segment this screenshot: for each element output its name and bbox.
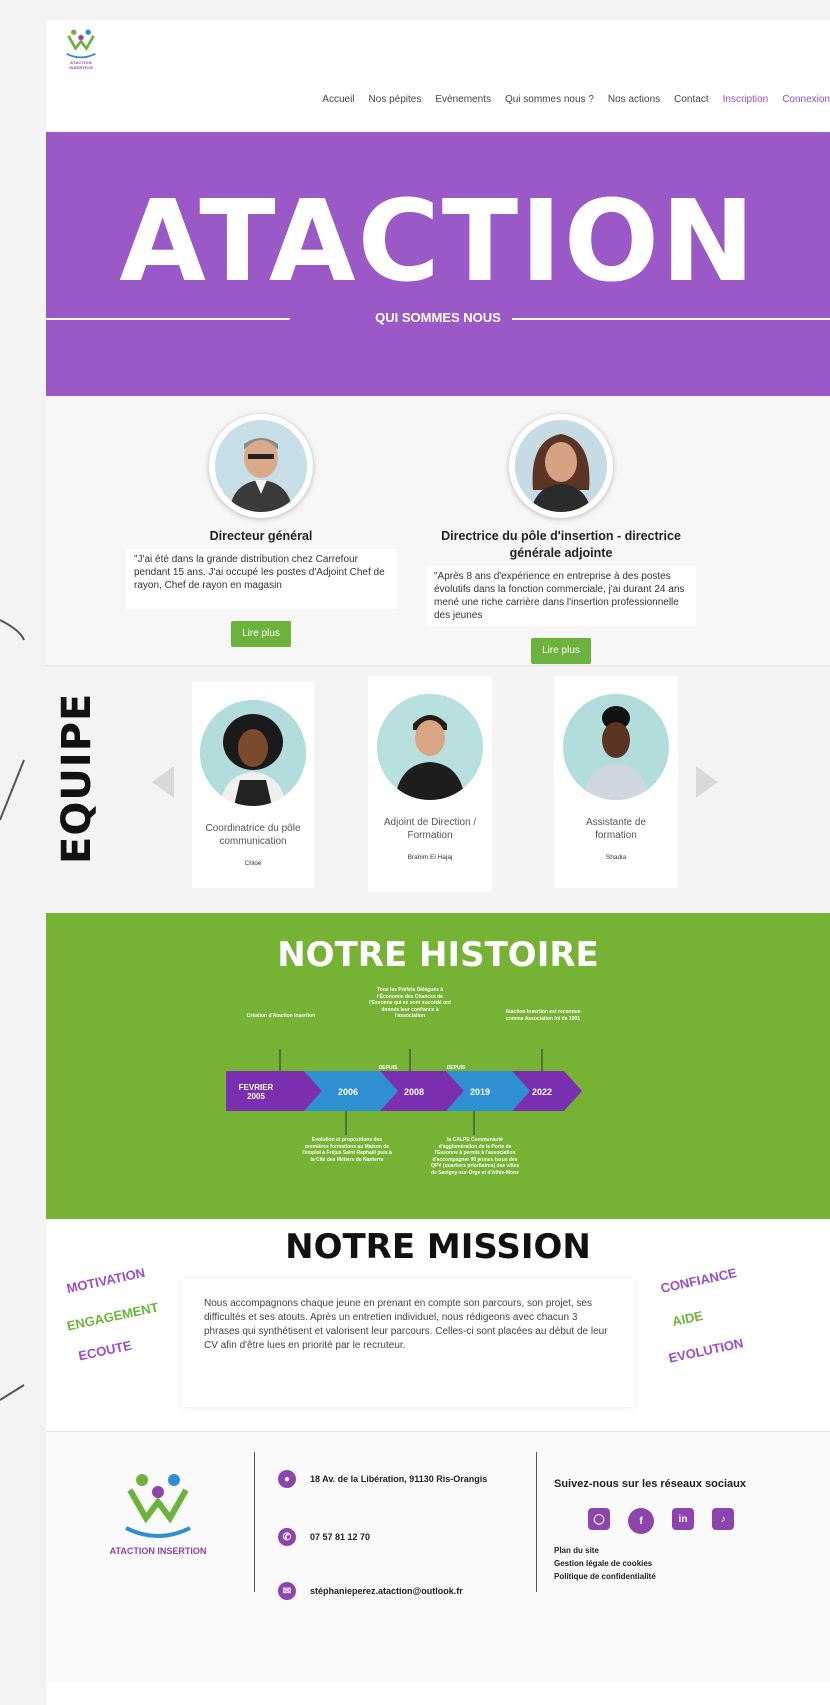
instagram-icon[interactable]: ◯ <box>588 1508 610 1530</box>
timeline-label-2022: 2022 <box>532 1087 552 1097</box>
address-text: 18 Av. de la Libération, 91130 Ris-Orang… <box>310 1474 488 1484</box>
timeline-note: Evolution et propositions des premières … <box>302 1137 392 1163</box>
director-quote: "J'ai été dans la grande distribution ch… <box>126 549 396 609</box>
facebook-icon[interactable]: f <box>628 1508 654 1534</box>
timeline-prefix-2019: DEPUIS <box>447 1065 466 1071</box>
location-pin-icon: ● <box>278 1470 296 1488</box>
social-title: Suivez-nous sur les réseaux sociaux <box>554 1478 746 1490</box>
deputy-director-quote: "Après 8 ans d'expérience en entreprise … <box>426 566 696 626</box>
director-read-more-button[interactable]: Lire plus <box>231 621 291 647</box>
nav-contact[interactable]: Contact <box>674 94 708 105</box>
director-avatar-frame <box>209 414 313 518</box>
footer-logo[interactable]: ATACTION INSERTION <box>98 1470 218 1556</box>
team-heading: EQUIPE <box>54 692 100 864</box>
footer-link-cookies[interactable]: Gestion légale de cookies <box>554 1557 656 1570</box>
team-section: EQUIPE Coordinatrice du pôle communicati… <box>46 666 830 913</box>
team-member-avatar <box>563 694 669 800</box>
logo-icon <box>125 1474 191 1538</box>
hero-title: ATACTION <box>119 177 757 307</box>
timeline-label-2019: 2019 <box>470 1087 490 1097</box>
nav-nos-actions[interactable]: Nos actions <box>608 94 660 105</box>
value-tag: ECOUTE <box>77 1337 134 1364</box>
nav-qui-sommes-nous[interactable]: Qui sommes nous ? <box>505 94 594 105</box>
deputy-director-read-more-button[interactable]: Lire plus <box>531 638 591 664</box>
mission-section: NOTRE MISSION MOTIVATION ENGAGEMENT ECOU… <box>46 1219 830 1432</box>
team-member-name: Brahim El Hajaj <box>407 854 453 861</box>
footer-links: Plan du site Gestion légale de cookies P… <box>554 1544 656 1583</box>
value-tag: EVOLUTION <box>667 1335 745 1366</box>
linkedin-icon[interactable]: in <box>672 1508 694 1530</box>
hero-divider-right <box>512 318 830 320</box>
social-links: ◯ f in ♪ <box>588 1508 734 1534</box>
team-member-name: Shadia <box>605 854 627 861</box>
hero-banner: ATACTION QUI SOMMES NOUS <box>46 132 830 396</box>
footer-link-sitemap[interactable]: Plan du site <box>554 1544 656 1557</box>
nav-inscription[interactable]: Inscription <box>723 94 769 105</box>
timeline-note: la CALPE Communauté d'agglomération de l… <box>430 1137 520 1176</box>
deputy-director-card: Directrice du pôle d'insertion - directr… <box>426 414 696 664</box>
director-title: Directeur général <box>209 529 313 543</box>
footer-divider <box>254 1452 255 1592</box>
email-text: stéphanieperez.ataction@outlook.fr <box>310 1586 463 1596</box>
directors-section: Directeur général "J'ai été dans la gran… <box>46 396 830 666</box>
value-tag: CONFIANCE <box>659 1265 738 1296</box>
value-tag: ENGAGEMENT <box>65 1299 160 1334</box>
team-label: EQUIPE <box>54 693 104 874</box>
team-member-card[interactable]: Assistante de formation Shadia <box>554 676 678 888</box>
nav-accueil[interactable]: Accueil <box>322 94 354 105</box>
timeline-prefix-2008: DEPUIS <box>379 1065 398 1071</box>
team-member-avatar <box>200 700 306 806</box>
footer-email[interactable]: ✉ stéphanieperez.ataction@outlook.fr <box>278 1582 463 1600</box>
nav-connexion[interactable]: Connexion <box>782 94 830 105</box>
value-tag: AIDE <box>670 1307 705 1330</box>
team-member-name: Chloé <box>244 860 262 867</box>
tiktok-icon[interactable]: ♪ <box>712 1508 734 1530</box>
site-logo[interactable]: ATACTION INSERTION <box>58 26 104 70</box>
site-header: ATACTION INSERTION Accueil Nos pépites E… <box>46 20 830 132</box>
team-member-card[interactable]: Adjoint de Direction / Formation Brahim … <box>368 676 492 892</box>
director-avatar <box>215 420 307 512</box>
timeline-label-2006: 2006 <box>338 1087 358 1097</box>
page: ATACTION INSERTION Accueil Nos pépites E… <box>46 20 830 1705</box>
footer-address: ● 18 Av. de la Libération, 91130 Ris-Ora… <box>278 1470 487 1488</box>
team-member-card[interactable]: Coordinatrice du pôle communication Chlo… <box>192 682 314 888</box>
director-card: Directeur général "J'ai été dans la gran… <box>126 414 396 647</box>
email-icon: ✉ <box>278 1582 296 1600</box>
phone-text: 07 57 81 12 70 <box>310 1532 371 1542</box>
logo-caption: ATACTION INSERTION <box>69 60 93 70</box>
main-nav: Accueil Nos pépites Evènements Qui somme… <box>322 94 830 105</box>
carousel-next-arrow[interactable] <box>696 766 718 798</box>
deputy-director-avatar <box>515 420 607 512</box>
timeline-note: Ataction Insertion est reconnue comme As… <box>505 1009 581 1022</box>
logo-icon <box>66 29 96 59</box>
footer-divider <box>536 1452 537 1592</box>
mission-text: Nous accompagnons chaque jeune en prenan… <box>182 1279 634 1407</box>
value-tag: MOTIVATION <box>65 1264 147 1297</box>
footer-logo-caption: ATACTION INSERTION <box>109 1546 207 1556</box>
timeline-label-2008: 2008 <box>404 1087 424 1097</box>
footer-phone[interactable]: ✆ 07 57 81 12 70 <box>278 1528 370 1546</box>
timeline-note: Tous les Préfets Délégués à l'Économie d… <box>369 987 451 1019</box>
timeline-note: Création d'Ataction Insertion <box>246 1013 316 1019</box>
deputy-director-title: Directrice du pôle d'insertion - directr… <box>441 529 681 560</box>
team-member-avatar <box>377 694 483 800</box>
deputy-director-avatar-frame <box>509 414 613 518</box>
team-member-role: Adjoint de Direction / Formation <box>383 817 477 841</box>
timeline-label-2005-line1: FEVRIER <box>239 1083 274 1092</box>
mission-title: NOTRE MISSION <box>285 1227 591 1267</box>
team-member-role: Assistante de formation <box>585 817 647 841</box>
carousel-prev-arrow[interactable] <box>152 766 174 798</box>
footer-link-privacy[interactable]: Politique de confidentialité <box>554 1570 656 1583</box>
nav-evenements[interactable]: Evènements <box>435 94 491 105</box>
nav-nos-pepites[interactable]: Nos pépites <box>369 94 422 105</box>
timeline-label-2005-line2: 2005 <box>247 1092 265 1101</box>
site-footer: ATACTION INSERTION ● 18 Av. de la Libéra… <box>46 1432 830 1682</box>
team-member-role: Coordinatrice du pôle communication <box>205 823 301 847</box>
phone-icon: ✆ <box>278 1528 296 1546</box>
history-section: NOTRE HISTOIRE FEVRIER 2005 2006 DEPUIS … <box>46 913 830 1219</box>
